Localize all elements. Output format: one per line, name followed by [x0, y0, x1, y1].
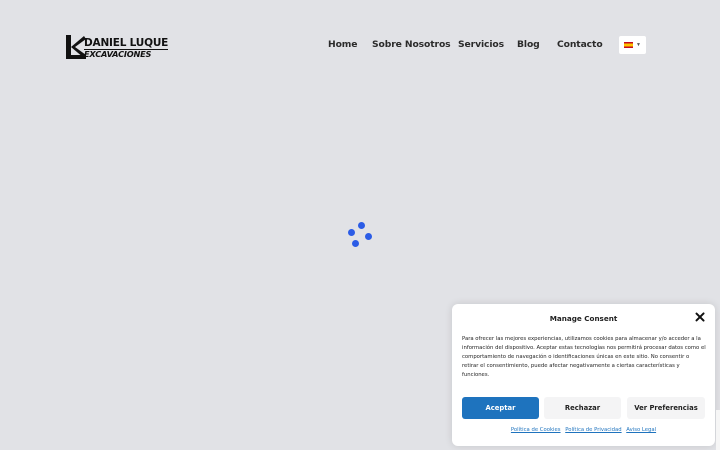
logo-text: DANIEL LUQUE EXCAVACIONES: [84, 35, 168, 61]
loader-dot: [365, 233, 372, 240]
cookie-policy-link[interactable]: Política de Cookies: [511, 427, 561, 433]
nav-blog[interactable]: Blog: [517, 39, 540, 50]
nav-sobre-nosotros[interactable]: Sobre Nosotros: [372, 39, 451, 50]
consent-message: Para ofrecer las mejores experiencias, u…: [462, 336, 706, 379]
logo-tagline: EXCAVACIONES: [84, 48, 169, 59]
page: DANIEL LUQUE EXCAVACIONES Home Sobre Nos…: [0, 0, 720, 450]
close-icon[interactable]: [694, 311, 706, 323]
loader-dot: [348, 229, 355, 236]
recaptcha-badge[interactable]: [716, 410, 720, 450]
logo-name: DANIEL LUQUE: [84, 36, 169, 49]
nav-servicios[interactable]: Servicios: [458, 39, 504, 50]
loading-spinner-icon: [346, 222, 374, 250]
logo-mark-icon: [66, 35, 86, 59]
chevron-down-icon: ▼: [636, 41, 641, 48]
cookie-consent-dialog: Manage Consent Para ofrecer las mejores …: [452, 304, 715, 446]
language-switcher[interactable]: ▼: [619, 36, 646, 54]
consent-links: Política de Cookies Política de Privacid…: [452, 427, 715, 433]
legal-notice-link[interactable]: Aviso Legal: [626, 427, 656, 433]
consent-title: Manage Consent: [549, 314, 618, 323]
privacy-policy-link[interactable]: Política de Privacidad: [565, 427, 621, 433]
nav-contacto[interactable]: Contacto: [557, 39, 603, 50]
preferences-button[interactable]: Ver Preferencias: [627, 397, 705, 419]
deny-button[interactable]: Rechazar: [544, 397, 621, 419]
spain-flag-icon: [624, 42, 634, 48]
loader-dot: [352, 240, 359, 247]
site-logo[interactable]: DANIEL LUQUE EXCAVACIONES: [66, 35, 172, 61]
nav-home[interactable]: Home: [328, 39, 358, 50]
accept-button[interactable]: Aceptar: [462, 397, 539, 419]
loader-dot: [358, 222, 365, 229]
